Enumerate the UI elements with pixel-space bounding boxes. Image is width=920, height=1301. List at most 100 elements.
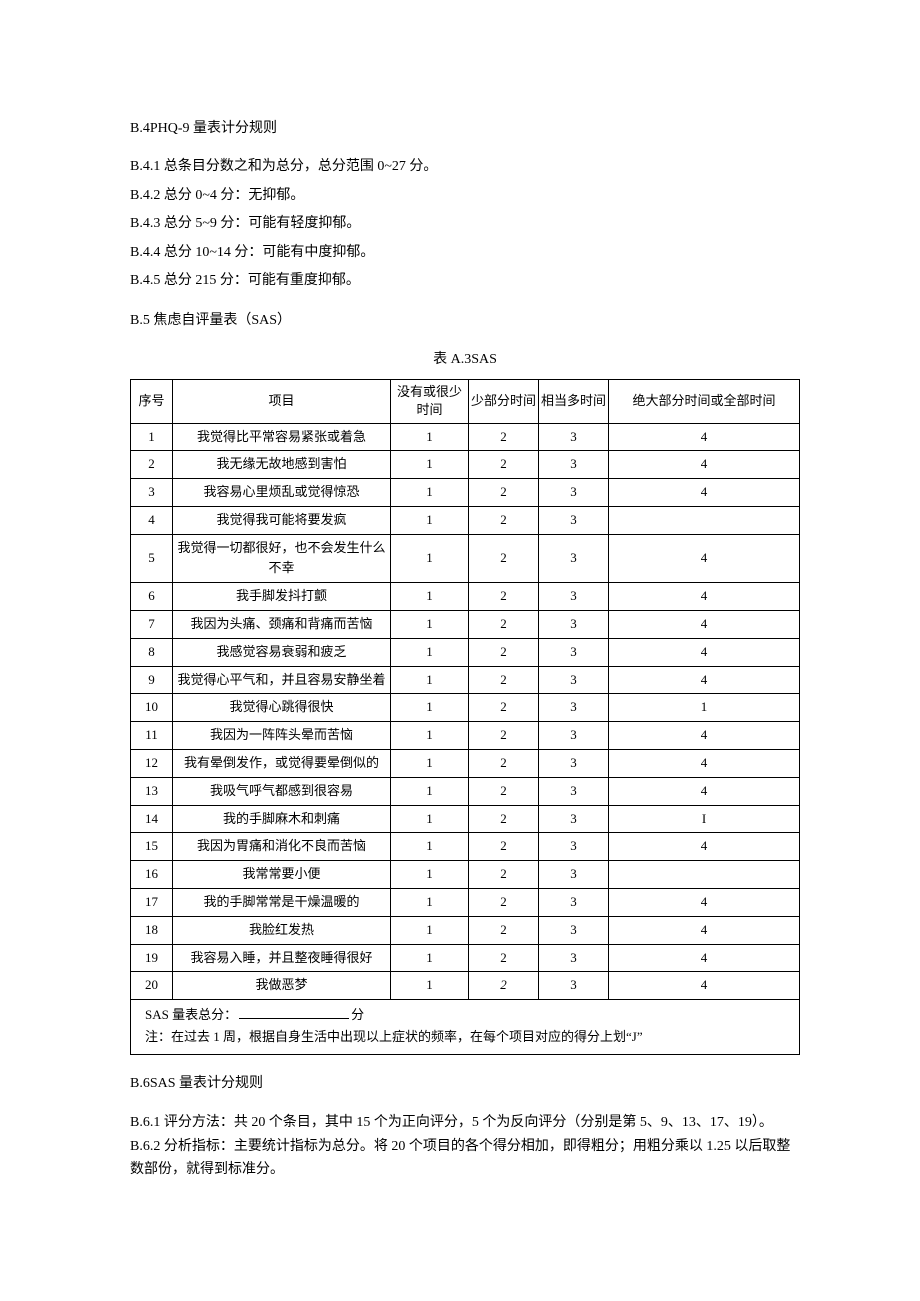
rule-b4-2: B.4.2 总分 0~4 分：无抑郁。 (130, 185, 800, 207)
rule-b4-3: B.4.3 总分 5~9 分：可能有轻度抑郁。 (130, 213, 800, 235)
cell-seq: 16 (131, 861, 173, 889)
cell-freq4: 4 (609, 916, 800, 944)
cell-freq1: 1 (391, 777, 469, 805)
cell-item: 我的手脚麻木和刺痛 (173, 805, 391, 833)
cell-freq3: 3 (539, 750, 609, 778)
table-row: 10我觉得心跳得很快1231 (131, 694, 800, 722)
cell-item: 我感觉容易衰弱和疲乏 (173, 638, 391, 666)
table-row: 18我脸红发热1234 (131, 916, 800, 944)
cell-item: 我有晕倒发作，或觉得要晕倒似的 (173, 750, 391, 778)
cell-item: 我脸红发热 (173, 916, 391, 944)
table-row: 11我因为一阵阵头晕而苦恼1234 (131, 722, 800, 750)
cell-seq: 19 (131, 944, 173, 972)
table-row: 17我的手脚常常是干燥温暖的1234 (131, 889, 800, 917)
cell-freq2: 2 (469, 889, 539, 917)
table-row: 15我因为胃痛和消化不良而苦恼1234 (131, 833, 800, 861)
cell-freq1: 1 (391, 506, 469, 534)
cell-freq2: 2 (469, 944, 539, 972)
table-row: 4我觉得我可能将要发疯123 (131, 506, 800, 534)
cell-item: 我手脚发抖打颤 (173, 583, 391, 611)
cell-freq3: 3 (539, 694, 609, 722)
cell-seq: 1 (131, 423, 173, 451)
cell-freq1: 1 (391, 805, 469, 833)
cell-seq: 2 (131, 451, 173, 479)
cell-item: 我吸气呼气都感到很容易 (173, 777, 391, 805)
table-row: 16我常常要小便123 (131, 861, 800, 889)
section-b5-heading: B.5 焦虑自评量表（SAS） (130, 310, 800, 332)
cell-freq4: 4 (609, 638, 800, 666)
cell-freq1: 1 (391, 423, 469, 451)
rule-b6-2: B.6.2 分析指标：主要统计指标为总分。将 20 个项目的各个得分相加，即得粗… (130, 1136, 800, 1181)
total-score-prefix: SAS 量表总分： (145, 1007, 237, 1022)
cell-freq1: 1 (391, 916, 469, 944)
table-row: 1我觉得比平常容易紧张或着急1234 (131, 423, 800, 451)
header-freq1: 没有或很少时间 (391, 380, 469, 423)
cell-freq2: 2 (469, 611, 539, 639)
cell-item: 我容易心里烦乱或觉得惊恐 (173, 479, 391, 507)
cell-seq: 17 (131, 889, 173, 917)
cell-freq2: 2 (469, 451, 539, 479)
table-row: 12我有晕倒发作，或觉得要晕倒似的1234 (131, 750, 800, 778)
table-note: 注：在过去 1 周，根据自身生活中出现以上症状的频率，在每个项目对应的得分上划“… (145, 1029, 643, 1044)
cell-freq2: 2 (469, 694, 539, 722)
cell-freq1: 1 (391, 666, 469, 694)
table-row: 14我的手脚麻木和刺痛123I (131, 805, 800, 833)
table-row: 7我因为头痛、颈痛和背痛而苦恼1234 (131, 611, 800, 639)
table-footer-row: SAS 量表总分：分 注：在过去 1 周，根据自身生活中出现以上症状的频率，在每… (131, 1000, 800, 1055)
cell-freq3: 3 (539, 777, 609, 805)
cell-freq4 (609, 861, 800, 889)
cell-seq: 6 (131, 583, 173, 611)
table-row: 20我做恶梦1234 (131, 972, 800, 1000)
cell-freq2: 2 (469, 805, 539, 833)
cell-freq3: 3 (539, 611, 609, 639)
rule-b4-5: B.4.5 总分 215 分：可能有重度抑郁。 (130, 270, 800, 292)
rule-b4-4: B.4.4 总分 10~14 分：可能有中度抑郁。 (130, 242, 800, 264)
cell-freq1: 1 (391, 638, 469, 666)
cell-freq3: 3 (539, 534, 609, 583)
section-b6-rules: B.6.1 评分方法：共 20 个条目，其中 15 个为正向评分，5 个为反向评… (130, 1112, 800, 1181)
cell-seq: 13 (131, 777, 173, 805)
section-b6-heading: B.6SAS 量表计分规则 (130, 1073, 800, 1095)
cell-item: 我容易入睡，并且整夜睡得很好 (173, 944, 391, 972)
cell-freq2: 2 (469, 506, 539, 534)
sas-table: 序号 项目 没有或很少时间 少部分时间 相当多时间 绝大部分时间或全部时间 1我… (130, 379, 800, 1055)
cell-freq2: 2 (469, 638, 539, 666)
cell-freq2: 2 (469, 722, 539, 750)
table-row: 19我容易入睡，并且整夜睡得很好1234 (131, 944, 800, 972)
cell-freq1: 1 (391, 611, 469, 639)
cell-item: 我因为头痛、颈痛和背痛而苦恼 (173, 611, 391, 639)
cell-seq: 15 (131, 833, 173, 861)
cell-freq4: 4 (609, 889, 800, 917)
cell-freq1: 1 (391, 944, 469, 972)
table-row: 13我吸气呼气都感到很容易1234 (131, 777, 800, 805)
table-row: 9我觉得心平气和，并且容易安静坐着1234 (131, 666, 800, 694)
total-score-blank (239, 1005, 349, 1019)
cell-freq3: 3 (539, 805, 609, 833)
cell-freq4: 4 (609, 972, 800, 1000)
cell-freq4: 4 (609, 534, 800, 583)
cell-freq3: 3 (539, 861, 609, 889)
cell-freq1: 1 (391, 534, 469, 583)
cell-seq: 3 (131, 479, 173, 507)
cell-freq1: 1 (391, 451, 469, 479)
cell-freq3: 3 (539, 833, 609, 861)
table-row: 6我手脚发抖打颤1234 (131, 583, 800, 611)
rule-b4-1: B.4.1 总条目分数之和为总分，总分范围 0~27 分。 (130, 156, 800, 178)
cell-freq3: 3 (539, 972, 609, 1000)
cell-freq3: 3 (539, 583, 609, 611)
cell-freq1: 1 (391, 833, 469, 861)
cell-item: 我因为一阵阵头晕而苦恼 (173, 722, 391, 750)
cell-freq4: 4 (609, 944, 800, 972)
cell-freq1: 1 (391, 479, 469, 507)
table-row: 8我感觉容易衰弱和疲乏1234 (131, 638, 800, 666)
cell-seq: 5 (131, 534, 173, 583)
cell-seq: 18 (131, 916, 173, 944)
cell-item: 我觉得心平气和，并且容易安静坐着 (173, 666, 391, 694)
cell-seq: 11 (131, 722, 173, 750)
table-row: 5我觉得一切都很好，也不会发生什么不幸1234 (131, 534, 800, 583)
cell-item: 我做恶梦 (173, 972, 391, 1000)
table-caption: 表 A.3SAS (130, 349, 800, 371)
cell-freq3: 3 (539, 451, 609, 479)
table-row: 3我容易心里烦乱或觉得惊恐1234 (131, 479, 800, 507)
cell-freq3: 3 (539, 506, 609, 534)
